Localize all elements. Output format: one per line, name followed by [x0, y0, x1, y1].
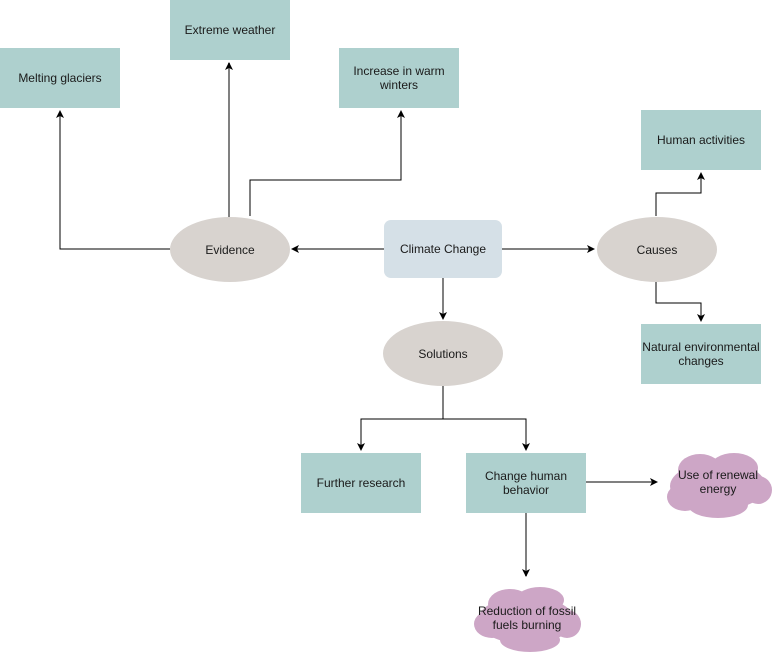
edge-causes-human: [655, 172, 705, 216]
node-label: Solutions: [418, 346, 468, 361]
node-label: Climate Change: [399, 242, 487, 256]
node-label: Causes: [636, 242, 678, 257]
edge-evidence-glaciers: [56, 110, 170, 250]
node-label: Further research: [316, 476, 406, 490]
cloud-label-renewal: Use of renewal energy: [670, 462, 766, 502]
node-label: Reduction of fossil fuels burning: [477, 604, 577, 632]
node-human-activities[interactable]: Human activities: [641, 110, 761, 170]
node-warm-winters[interactable]: Increase in warm winters: [339, 48, 459, 108]
edge-causes-natural: [655, 282, 705, 322]
node-label: Human activities: [656, 133, 746, 147]
node-label: Change human behavior: [484, 469, 568, 497]
node-label: Extreme weather: [184, 23, 276, 37]
node-label: Evidence: [205, 242, 255, 257]
node-label: Natural environmental changes: [642, 340, 760, 368]
edge-evidence-winters: [249, 110, 405, 216]
node-solutions[interactable]: Solutions: [383, 321, 503, 386]
node-natural-changes[interactable]: Natural environmental changes: [641, 324, 761, 384]
node-label: Use of renewal energy: [677, 468, 759, 496]
node-label: Increase in warm winters: [353, 64, 445, 92]
node-change-behavior[interactable]: Change human behavior: [466, 453, 586, 513]
cloud-label-fossil: Reduction of fossil fuels burning: [472, 598, 582, 638]
edge-solutions-behavior: [443, 418, 530, 451]
node-label: Melting glaciers: [18, 71, 102, 85]
node-evidence[interactable]: Evidence: [170, 217, 290, 282]
node-causes[interactable]: Causes: [597, 217, 717, 282]
edge-solutions-research: [357, 386, 444, 451]
node-climate-change[interactable]: Climate Change: [384, 220, 502, 278]
node-extreme-weather[interactable]: Extreme weather: [170, 0, 290, 60]
node-further-research[interactable]: Further research: [301, 453, 421, 513]
node-melting-glaciers[interactable]: Melting glaciers: [0, 48, 120, 108]
